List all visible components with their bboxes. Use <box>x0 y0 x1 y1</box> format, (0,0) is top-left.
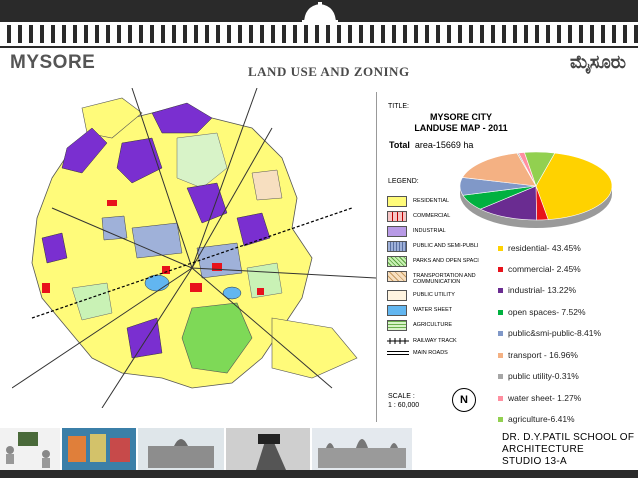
school-line3: STUDIO 13-A <box>502 456 567 467</box>
page-title: LAND USE AND ZONING <box>248 64 410 79</box>
stat-item: transport - 16.96% <box>498 350 578 364</box>
paintings-photo <box>62 428 136 470</box>
legend-swatch <box>387 196 407 207</box>
legend-text: COMMERCIAL <box>413 213 451 219</box>
pie-chart-svg <box>459 151 613 228</box>
photo-strip <box>0 428 426 470</box>
map-title-line1: MYSORE CITY <box>429 112 492 122</box>
stat-text: water sheet- 1.27% <box>508 393 582 403</box>
legend-swatch <box>387 305 407 316</box>
stat-item: residential- 43.45% <box>498 243 581 257</box>
stat-item: public&smi-public-8.41% <box>498 328 601 342</box>
palace-dome-icon <box>302 2 338 24</box>
legend-item: TRANSPORTATION AND COMMUNICATION <box>387 271 512 285</box>
legend-item: PARKS AND OPEN SPACI <box>387 256 512 268</box>
legend-swatch <box>387 290 407 301</box>
total-label: Total <box>389 140 410 150</box>
landuse-map <box>12 88 376 408</box>
legend-swatch <box>387 271 407 282</box>
road-photo <box>226 428 310 470</box>
legend-item: AGRICULTURE <box>387 320 512 332</box>
palace-photo <box>138 428 224 470</box>
legend-text: TRANSPORTATION AND COMMUNICATION <box>413 273 476 285</box>
scale-value: 1 : 60,000 <box>388 402 420 409</box>
legend-swatch <box>387 320 407 331</box>
school-line2: ARCHITECTURE <box>502 444 584 455</box>
city-title: MYSORE <box>10 52 96 73</box>
stat-item: public utility-0.31% <box>498 371 579 385</box>
stat-text: residential- 43.45% <box>508 243 581 253</box>
legend-text: INDUSTRIAL <box>413 228 446 234</box>
stat-item: open spaces- 7.52% <box>498 307 586 321</box>
classroom-illustration <box>0 428 60 470</box>
stat-text: public utility-0.31% <box>508 371 579 381</box>
stat-item: water sheet- 1.27% <box>498 393 581 407</box>
colonnade-pattern <box>0 22 638 46</box>
stat-bullet <box>498 331 503 337</box>
legend-text: PUBLIC AND SEMI-PUBLI <box>413 243 479 249</box>
stat-text: public&smi-public-8.41% <box>508 328 602 338</box>
stat-text: commercial- 2.45% <box>508 264 581 274</box>
main-road-icon <box>387 351 409 355</box>
landuse-pie-chart <box>456 148 616 234</box>
stat-text: agriculture-6.41% <box>508 414 575 424</box>
legend-text: RESIDENTIAL <box>413 198 450 204</box>
mysore-palace-photo <box>312 428 412 470</box>
school-name: DR. D.Y.PATIL SCHOOL OF ARCHITECTURE STU… <box>502 432 634 468</box>
legend-text: PUBLIC UTILITY <box>413 292 455 298</box>
stat-bullet <box>498 310 503 316</box>
legend-text: WATER SHEET <box>413 307 453 313</box>
scale-label: SCALE : <box>388 393 415 400</box>
stat-item: agriculture-6.41% <box>498 414 575 428</box>
legend-text: AGRICULTURE <box>413 322 453 328</box>
legend-swatch <box>387 226 407 237</box>
legend-label: LEGEND: <box>388 178 419 185</box>
legend-swatch <box>387 241 407 252</box>
railway-track-icon <box>387 338 409 344</box>
legend-item: MAIN ROADS <box>387 348 512 360</box>
stat-text: industrial- 13.22% <box>508 285 577 295</box>
stat-text: open spaces- 7.52% <box>508 307 586 317</box>
legend-item: RAILWAY TRACK <box>387 336 512 348</box>
stat-bullet <box>498 267 503 273</box>
legend-item: PUBLIC AND SEMI-PUBLI <box>387 241 512 253</box>
stat-bullet <box>498 288 503 294</box>
north-arrow-icon: N <box>452 388 476 412</box>
stat-bullet <box>498 417 503 423</box>
kannada-title: ಮೈಸೂರು <box>570 52 626 72</box>
school-line1: DR. D.Y.PATIL SCHOOL OF <box>502 432 635 443</box>
legend-text: RAILWAY TRACK <box>413 338 457 344</box>
stat-bullet <box>498 396 503 402</box>
legend-item: PUBLIC UTILITY <box>387 290 512 302</box>
map-title-line2: LANDUSE MAP - 2011 <box>414 123 508 133</box>
legend-swatch <box>387 256 407 267</box>
legend-text: PARKS AND OPEN SPACI <box>413 258 479 264</box>
header-decoration <box>0 0 638 48</box>
stat-bullet <box>498 246 503 252</box>
legend-item: WATER SHEET <box>387 305 512 317</box>
stat-text: transport - 16.96% <box>508 350 578 360</box>
stat-bullet <box>498 374 503 380</box>
map-title: MYSORE CITY LANDUSE MAP - 2011 <box>411 112 511 134</box>
stat-bullet <box>498 353 503 359</box>
stat-item: industrial- 13.22% <box>498 285 576 299</box>
legend-swatch <box>387 211 407 222</box>
landuse-map-drawing <box>12 88 376 408</box>
legend-text: MAIN ROADS <box>413 350 448 356</box>
stat-item: commercial- 2.45% <box>498 264 581 278</box>
footer-bar <box>0 470 638 478</box>
map-scale: SCALE : 1 : 60,000 <box>388 392 419 410</box>
title-label: TITLE: <box>388 103 410 110</box>
